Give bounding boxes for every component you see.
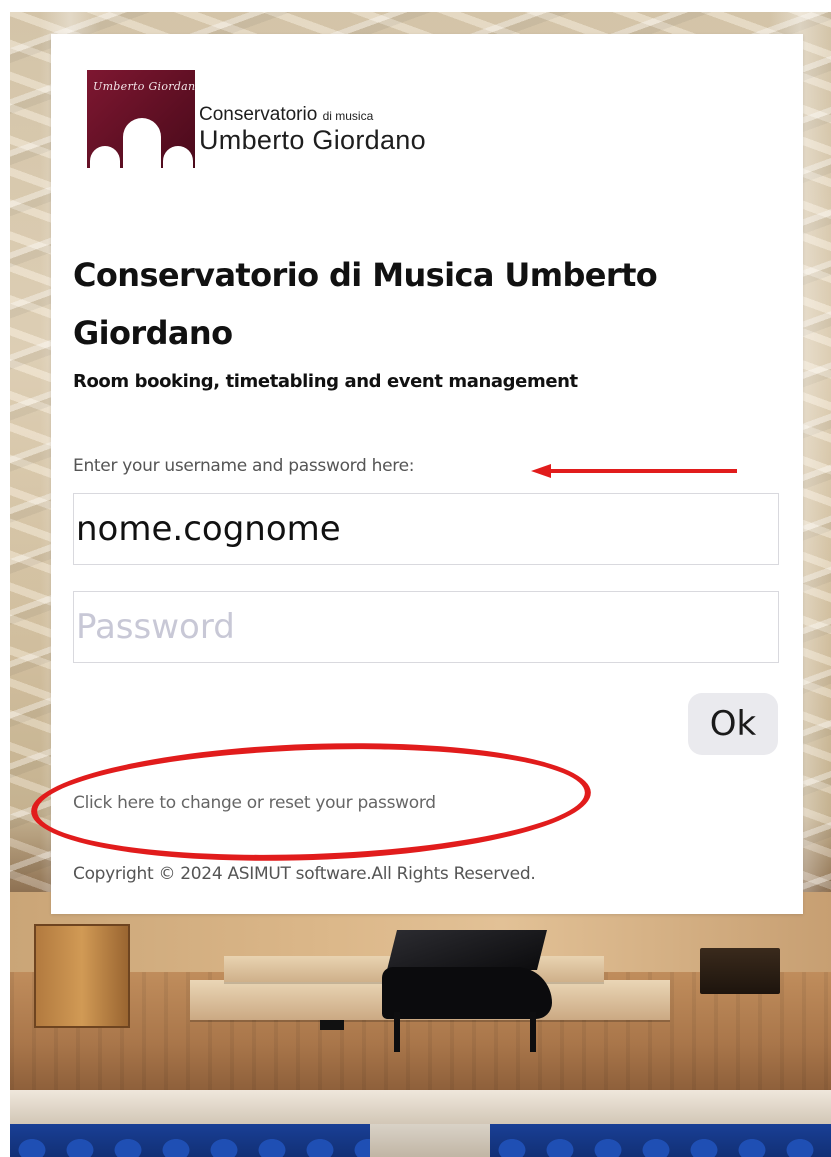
piano-bench	[320, 1020, 344, 1030]
logo-wordmark: Conservatorio di musica Umberto Giordano	[199, 85, 426, 154]
logo-line-1: Conservatorio di musica	[199, 103, 426, 126]
page-subtitle: Room booking, timetabling and event mana…	[73, 371, 578, 392]
logo-arch	[90, 146, 120, 168]
reset-password-link[interactable]: Click here to change or reset your passw…	[73, 793, 436, 813]
center-aisle	[370, 1124, 490, 1157]
annotation-arrow-icon	[531, 464, 737, 478]
logo-emblem: Umberto Giordano	[87, 70, 195, 168]
page-title: Conservatorio di Musica Umberto Giordano	[73, 256, 658, 352]
piano-leg	[394, 1012, 400, 1052]
harpsichord	[700, 948, 780, 994]
password-input[interactable]	[73, 591, 779, 663]
username-input[interactable]	[73, 493, 779, 565]
logo-line-2: Umberto Giordano	[199, 124, 426, 155]
logo-arch	[123, 118, 161, 168]
logo-arch	[163, 146, 193, 168]
logo-line-1-small: di musica	[322, 108, 374, 123]
stage-front-rail	[10, 1090, 831, 1128]
grand-piano	[382, 967, 552, 1019]
login-hint: Enter your username and password here:	[73, 456, 415, 476]
logo-line-1-main: Conservatorio	[199, 103, 318, 125]
ok-button[interactable]: Ok	[688, 693, 778, 755]
organ	[34, 924, 130, 1028]
institution-logo: Umberto Giordano Conservatorio di musica…	[87, 70, 426, 168]
piano-lid	[387, 930, 547, 970]
copyright-text: Copyright © 2024 ASIMUT software.All Rig…	[73, 864, 536, 884]
logo-signature: Umberto Giordano	[93, 80, 195, 93]
piano-leg	[530, 1012, 536, 1052]
login-card: Umberto Giordano Conservatorio di musica…	[29, 34, 803, 914]
